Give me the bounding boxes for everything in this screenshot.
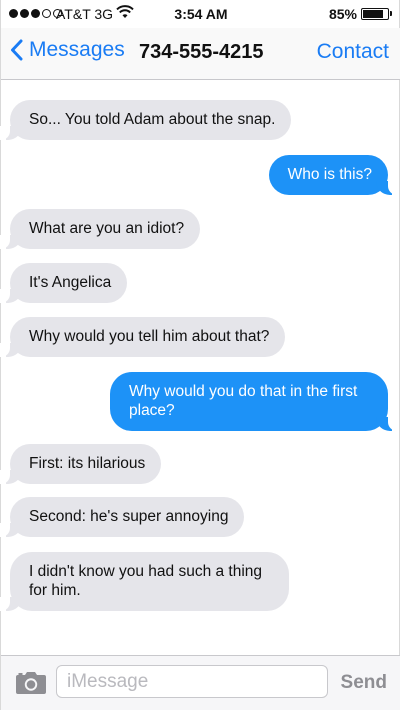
- status-bar: AT&T 3G 3:54 AM 85%: [1, 0, 400, 28]
- message-bubble-incoming: It's Angelica: [0, 263, 128, 303]
- message-input-bar: Send: [1, 655, 400, 710]
- imessage-input[interactable]: [56, 665, 328, 698]
- message-bubble-incoming: What are you an idiot?: [0, 209, 201, 249]
- send-button[interactable]: Send: [341, 672, 387, 694]
- message-bubble-outgoing: Who is this?: [268, 155, 399, 195]
- message-bubble-outgoing: Why would you do that in the first place…: [110, 372, 398, 431]
- message-bubble-incoming: Second: he's super annoying: [0, 497, 245, 537]
- back-to-messages-button[interactable]: Messages: [10, 38, 125, 62]
- message-bubble-incoming: So... You told Adam about the snap.: [0, 100, 292, 140]
- navigation-bar: Messages 734-555-4215 Contact: [1, 28, 400, 80]
- battery-icon: [361, 8, 392, 20]
- message-bubble-incoming: Why would you tell him about that?: [0, 317, 286, 357]
- message-bubble-incoming: I didn't know you had such a thing for h…: [0, 552, 289, 611]
- message-list: So... You told Adam about the snap. Who …: [0, 81, 400, 656]
- battery-percentage: 85%: [328, 6, 357, 22]
- message-bubble-incoming: First: its hilarious: [0, 444, 162, 484]
- contact-button[interactable]: Contact: [317, 40, 389, 64]
- conversation-title: 734-555-4215: [139, 41, 264, 63]
- back-label: Messages: [29, 38, 125, 61]
- chevron-left-icon: [11, 39, 23, 61]
- phone-screen: AT&T 3G 3:54 AM 85% Messages 734-555-421…: [0, 0, 400, 710]
- camera-icon[interactable]: [15, 671, 47, 700]
